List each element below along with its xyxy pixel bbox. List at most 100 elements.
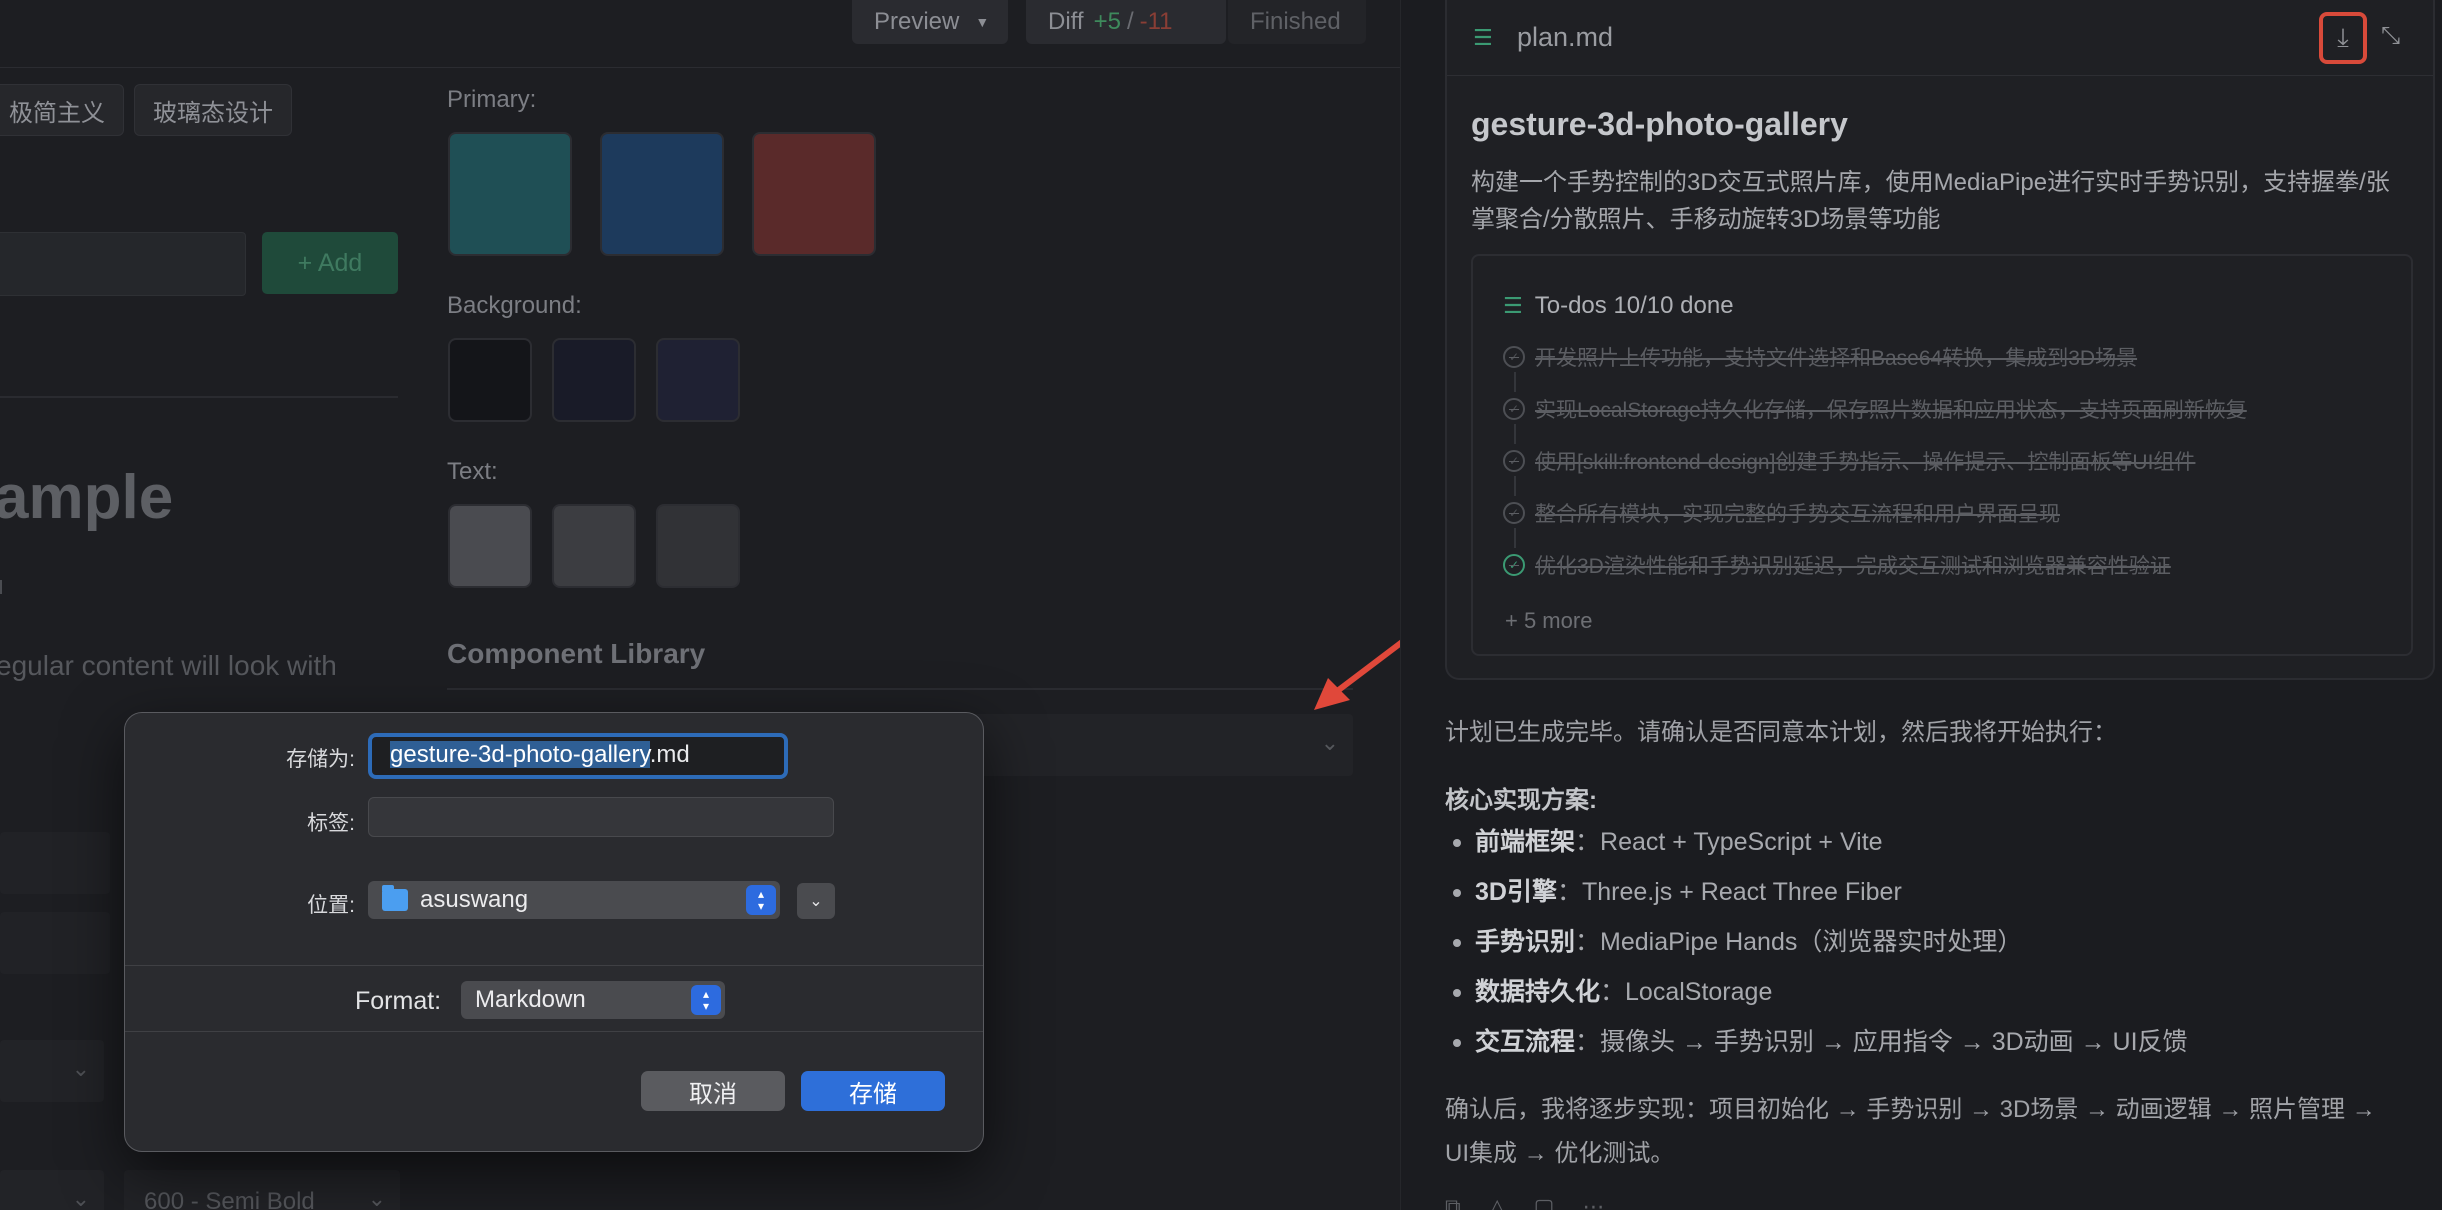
primary-swatch-teal[interactable] (448, 132, 572, 256)
where-label: 位置: (307, 894, 355, 917)
diff-separator: / (1126, 8, 1134, 35)
location-popup[interactable]: asuswang ▴ ▾ (368, 881, 780, 919)
font-weight-value: 600 - Semi Bold (144, 1188, 315, 1210)
format-value: Markdown (475, 986, 586, 1013)
check-circle-icon: ✓ (1503, 502, 1525, 524)
background-swatch-3[interactable] (656, 338, 740, 422)
tags-label: 标签: (307, 812, 355, 835)
bullet-dot (1453, 889, 1461, 898)
bullet-dot (1453, 939, 1461, 948)
filename-field[interactable]: gesture-3d-photo-gallery.md (368, 733, 788, 779)
copy-icon[interactable]: ⧉ (1445, 1194, 1461, 1210)
core-heading: 核心实现方案: (1445, 787, 1597, 814)
primary-swatch-blue[interactable] (600, 132, 724, 256)
check-circle-icon: ✓ (1503, 398, 1525, 420)
save-as-label: 存储为: (286, 748, 355, 771)
list-item: 手势识别：MediaPipe Hands（浏览器实时处理） (1453, 922, 2022, 958)
text-swatch-2[interactable] (552, 504, 636, 588)
save-dialog: 存储为: gesture-3d-photo-gallery.md 标签: 位置:… (124, 712, 984, 1152)
folder-icon (382, 885, 408, 911)
updown-stepper-icon: ▴ ▾ (691, 985, 721, 1015)
todo-header[interactable]: ☰ To-dos 10/10 done (1503, 292, 1734, 320)
text-swatch-3[interactable] (656, 504, 740, 588)
bullet-dot (1453, 1039, 1461, 1048)
todo-box: ☰ To-dos 10/10 done ✓ 开发照片上传功能，支持文件选择和Ba… (1471, 254, 2413, 656)
tags-field[interactable] (368, 797, 834, 837)
finished-button[interactable]: Finished (1228, 0, 1366, 44)
todo-item: ✓ 优化3D渲染性能和手势识别延迟，完成交互测试和浏览器兼容性验证 (1503, 550, 2171, 580)
cancel-button[interactable]: 取消 (641, 1071, 785, 1111)
add-button[interactable]: + Add (262, 232, 398, 294)
finished-label: Finished (1250, 8, 1341, 35)
todo-item: ✓ 开发照片上传功能，支持文件选择和Base64转换，集成到3D场景 (1503, 342, 2137, 372)
check-circle-icon: ✓ (1503, 554, 1525, 576)
todo-item: ✓ 整合所有模块，实现完整的手势交互流程和用户界面呈现 (1503, 498, 2060, 528)
todo-connector (1514, 528, 1516, 548)
primary-swatch-red[interactable] (752, 132, 876, 256)
text-label: Text: (447, 458, 498, 485)
bullet-key: 手势识别 (1475, 928, 1576, 956)
text-swatch-1[interactable] (448, 504, 532, 588)
primary-label: Primary: (447, 86, 537, 113)
confirm-text: 计划已生成完毕。请确认是否同意本计划，然后我将开始执行： (1445, 719, 2117, 746)
style-tag-glass[interactable]: 玻璃态设计 (134, 84, 292, 136)
plan-filename: plan.md (1517, 22, 1614, 52)
expand-dialog-button[interactable]: ⌄ (797, 883, 835, 919)
bullet-key: 交互流程 (1475, 1028, 1576, 1056)
diff-removed-count: -11 (1139, 8, 1173, 35)
bullet-value: ：MediaPipe Hands（浏览器实时处理） (1575, 928, 2023, 956)
divider (125, 965, 983, 966)
diff-button[interactable]: Diff +5 / -11 (1026, 0, 1226, 44)
list-item: 交互流程：摄像头 → 手势识别 → 应用指令 → 3D动画 → UI反馈 (1453, 1022, 2188, 1058)
ghost-select[interactable]: ⌄ (0, 1170, 104, 1210)
chevron-down-icon: ⌄ (1320, 730, 1339, 755)
component-library-heading: Component Library (447, 638, 706, 669)
ghost-field[interactable] (0, 832, 110, 894)
background-swatch-2[interactable] (552, 338, 636, 422)
chevron-down-icon: ⌄ (71, 1056, 90, 1081)
todo-header-label: To-dos 10/10 done (1534, 292, 1734, 319)
editor-toolbar: Preview ▼ Diff +5 / -11 Finished (0, 0, 1400, 68)
chevron-down-icon: ⌄ (367, 1186, 386, 1210)
bullet-dot (1453, 839, 1461, 848)
todo-text: 开发照片上传功能，支持文件选择和Base64转换，集成到3D场景 (1535, 347, 2138, 370)
ghost-select[interactable]: ⌄ (0, 1040, 104, 1102)
todo-connector (1514, 476, 1516, 496)
download-icon: ⤓ (2337, 22, 2349, 52)
todo-item: ✓ 使用[skill:frontend-design]创建手势指示、操作提示、控… (1503, 446, 2195, 476)
chat-panel: ☰ plan.md ⤓ ⤡ gesture-3d-photo-gallery 构… (1400, 0, 2442, 1210)
diff-added-count: +5 (1093, 8, 1121, 35)
background-swatch-1[interactable] (448, 338, 532, 422)
todo-text: 使用[skill:frontend-design]创建手势指示、操作提示、控制面… (1535, 451, 2196, 474)
clipboard-icon[interactable]: ▢ (1534, 1194, 1555, 1210)
style-tag-minimal[interactable]: 极简主义 (0, 84, 124, 136)
bullet-value: ：Three.js + React Three Fiber (1556, 878, 1902, 906)
tag-input[interactable] (0, 232, 246, 296)
format-label: Format: (355, 987, 442, 1015)
save-button[interactable]: 存储 (801, 1071, 945, 1111)
more-icon[interactable]: ⋯ (1582, 1194, 1604, 1210)
font-weight-select[interactable]: 600 - Semi Bold ⌄ (124, 1170, 400, 1210)
divider (125, 1031, 983, 1032)
bullet-dot (1453, 989, 1461, 998)
location-value: asuswang (420, 886, 529, 913)
download-button[interactable]: ⤓ (2319, 12, 2367, 64)
thumbs-up-icon[interactable]: △ (1489, 1194, 1506, 1210)
preview-button[interactable]: Preview ▼ (852, 0, 1008, 44)
bullet-value: ：摄像头 → 手势识别 → 应用指令 → 3D动画 → UI反馈 (1575, 1028, 2188, 1056)
plan-card-header: ☰ plan.md ⤓ ⤡ (1447, 0, 2433, 76)
divider (447, 688, 1353, 690)
list-item: 前端框架：React + TypeScript + Vite (1453, 822, 1883, 858)
check-circle-icon: ✓ (1503, 346, 1525, 368)
diff-label: Diff (1048, 8, 1084, 35)
todo-text: 整合所有模块，实现完整的手势交互流程和用户界面呈现 (1535, 503, 2060, 526)
collapse-icon[interactable]: ⤡ (2381, 22, 2400, 50)
chevron-down-icon: ⌄ (71, 1186, 90, 1210)
bullet-value: ：React + TypeScript + Vite (1575, 828, 1883, 856)
ghost-field[interactable] (0, 912, 110, 974)
bullet-key: 前端框架 (1475, 828, 1576, 856)
todo-more-link[interactable]: + 5 more (1505, 608, 1592, 634)
bullet-key: 数据持久化 (1475, 978, 1601, 1006)
example-heading: ample (0, 463, 174, 532)
format-popup[interactable]: Markdown ▴ ▾ (461, 981, 725, 1019)
